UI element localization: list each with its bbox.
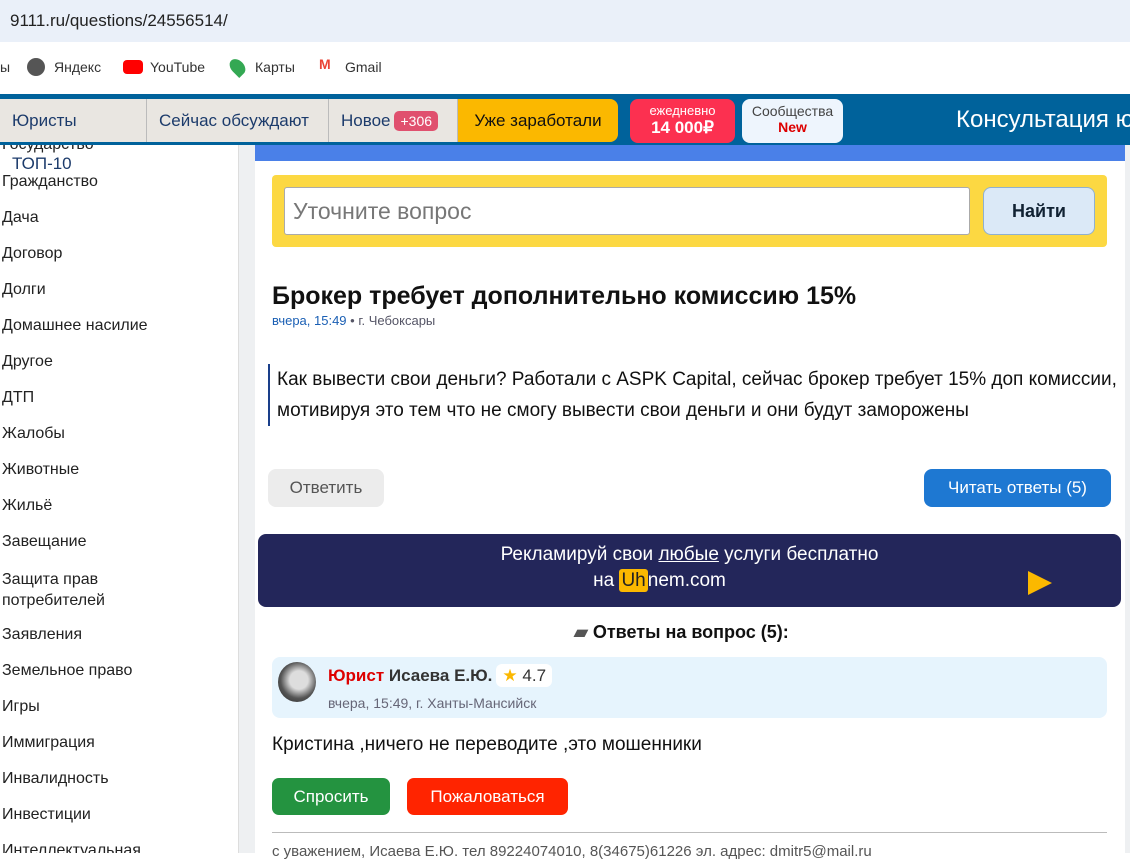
sidebar-item[interactable]: Интеллектуальная (2, 842, 141, 853)
url-text: 9111.ru/questions/24556514/ (10, 11, 228, 30)
reply-button[interactable]: Ответить (268, 469, 384, 507)
read-answers-button[interactable]: Читать ответы (5) (924, 469, 1111, 507)
banner-strip (255, 145, 1125, 161)
gmail-icon: M (319, 56, 331, 72)
question-meta: вчера, 15:49 • г. Чебоксары (272, 313, 435, 328)
communities-label: Сообщества (751, 103, 834, 119)
rating-value: 4.7 (522, 666, 547, 685)
consult-title[interactable]: Консультация ю (956, 106, 1130, 134)
ad-text: Рекламируй свои (500, 544, 659, 565)
communities-button[interactable]: Сообщества New (742, 99, 843, 143)
sidebar-item[interactable]: Животные (2, 461, 79, 479)
search-button[interactable]: Найти (983, 187, 1095, 235)
nav-earned[interactable]: Уже заработали (458, 99, 618, 142)
ad-text: на (593, 570, 620, 591)
sidebar-item[interactable]: ДТП (2, 389, 34, 407)
category-sidebar: Государство Гражданство Дача Договор Дол… (0, 145, 238, 853)
sidebar-item[interactable]: Игры (2, 698, 40, 716)
play-arrow-icon (1028, 571, 1052, 595)
bookmark-cut[interactable]: ы (0, 59, 10, 75)
sidebar-item[interactable]: Заявления (2, 626, 82, 644)
sidebar-item[interactable]: Дача (2, 209, 39, 227)
bookmark-yandex[interactable]: Яндекс (54, 59, 101, 75)
nav-discussed[interactable]: Сейчас обсуждают (147, 99, 329, 142)
bookmark-gmail[interactable]: Gmail (345, 59, 382, 75)
answers-heading: ▰ Ответы на вопрос (5): (574, 622, 789, 643)
daily-label: ежедневно (649, 103, 716, 118)
sidebar-item[interactable]: Земельное право (2, 662, 132, 680)
star-icon: ★ (502, 666, 518, 685)
top-nav: Юристы ТОП-10 Сейчас обсуждают Новое +306… (0, 94, 1130, 173)
question-date: вчера, 15:49 (272, 313, 347, 328)
question-text: Как вывести свои деньги? Работали с ASPK… (268, 364, 1118, 426)
daily-earnings-button[interactable]: ежедневно 14 000₽ (630, 99, 735, 143)
daily-amount: 14 000₽ (651, 118, 714, 137)
ask-button[interactable]: Спросить (272, 778, 390, 815)
sidebar-item[interactable]: Защита прав потребителей (2, 569, 122, 611)
bookmark-maps[interactable]: Карты (255, 59, 295, 75)
avatar[interactable] (278, 662, 316, 702)
sidebar-item[interactable]: Гражданство (2, 173, 98, 191)
new-badge: New (778, 119, 807, 135)
sidebar-item[interactable]: Инвалидность (2, 770, 109, 788)
ad-text: услуги бесплатно (718, 544, 879, 565)
answer-meta: вчера, 15:49, г. Ханты-Мансийск (328, 695, 537, 711)
sidebar-item[interactable]: Иммиграция (2, 734, 95, 752)
sidebar-item[interactable]: Завещание (2, 533, 87, 551)
author-name[interactable]: Юрист Исаева Е.Ю. ★ 4.7 (328, 664, 553, 687)
sidebar-item[interactable]: Долги (2, 281, 46, 299)
divider (272, 832, 1107, 833)
answers-heading-text: Ответы на вопрос (5): (592, 622, 789, 642)
sidebar-item[interactable]: Инвестиции (2, 806, 91, 824)
sidebar-item[interactable]: Другое (2, 353, 53, 371)
rating-badge: ★ 4.7 (496, 664, 553, 687)
bookmark-youtube[interactable]: YouTube (150, 59, 205, 75)
nav-top10[interactable]: Юристы ТОП-10 (0, 99, 147, 173)
maps-icon (226, 56, 249, 78)
bookmarks-bar: ы Яндекс YouTube Карты M Gmail (0, 42, 1130, 94)
youtube-icon (123, 60, 143, 74)
globe-icon (27, 58, 45, 76)
chat-icon: ▰ (574, 622, 593, 642)
question-city: • г. Чебоксары (350, 313, 436, 328)
nav-new-label: Новое (341, 111, 391, 130)
sidebar-item[interactable]: Домашнее насилие (2, 317, 148, 335)
sidebar-item[interactable]: Жильё (2, 497, 52, 515)
answer-author-card: Юрист Исаева Е.Ю. ★ 4.7 вчера, 15:49, г. … (272, 657, 1107, 718)
complain-button[interactable]: Пожаловаться (407, 778, 568, 815)
search-input[interactable]: Уточните вопрос (284, 187, 970, 235)
new-count-badge: +306 (394, 111, 439, 131)
uhnem-logo: Uh (619, 569, 648, 592)
divider (238, 145, 255, 853)
author-fullname: Исаева Е.Ю. (388, 666, 493, 685)
ad-text: любые (658, 544, 719, 565)
nav-new[interactable]: Новое +306 (329, 99, 458, 142)
ad-text: nem.com (647, 570, 726, 591)
sidebar-item[interactable]: Договор (2, 245, 62, 263)
divider (1125, 145, 1130, 853)
answer-text: Кристина ,ничего не переводите ,это моше… (272, 734, 702, 755)
ad-banner[interactable]: Рекламируй свои любые услуги бесплатно н… (258, 534, 1121, 607)
sidebar-item[interactable]: Жалобы (2, 425, 65, 443)
search-box: Уточните вопрос Найти (272, 175, 1107, 247)
sidebar-item[interactable]: Государство (2, 145, 94, 154)
address-bar[interactable]: 9111.ru/questions/24556514/ (0, 0, 1130, 42)
answer-signature: с уважением, Исаева Е.Ю. тел 89224074010… (272, 843, 872, 860)
question-title: Брокер требует дополнительно комиссию 15… (272, 282, 857, 310)
author-role: Юрист (328, 666, 385, 685)
